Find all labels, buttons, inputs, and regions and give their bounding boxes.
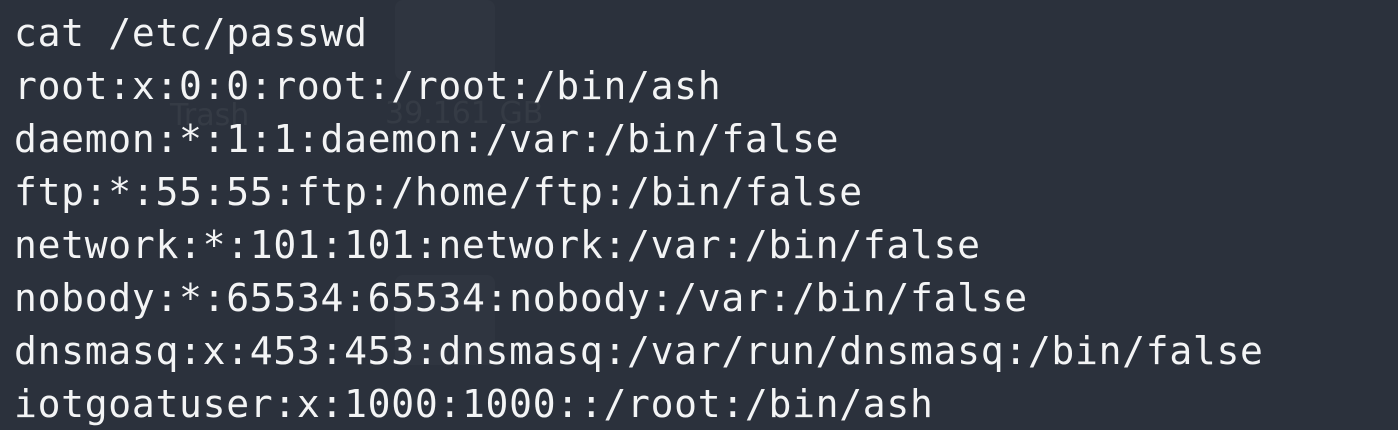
output-line: root:x:0:0:root:/root:/bin/ash — [14, 64, 722, 108]
output-line: iotgoatuser:x:1000:1000::/root:/bin/ash — [14, 382, 934, 426]
output-line: daemon:*:1:1:daemon:/var:/bin/false — [14, 117, 840, 161]
terminal-output[interactable]: cat /etc/passwd root:x:0:0:root:/root:/b… — [14, 7, 1264, 430]
output-line: ftp:*:55:55:ftp:/home/ftp:/bin/false — [14, 170, 863, 214]
output-line: network:*:101:101:network:/var:/bin/fals… — [14, 223, 981, 267]
terminal-window[interactable]: Trash 39.161 GB cat /etc/passwd root:x:0… — [0, 0, 1398, 430]
output-line: dnsmasq:x:453:453:dnsmasq:/var/run/dnsma… — [14, 329, 1264, 373]
output-line: nobody:*:65534:65534:nobody:/var:/bin/fa… — [14, 276, 1028, 320]
command-line: cat /etc/passwd — [14, 11, 368, 55]
